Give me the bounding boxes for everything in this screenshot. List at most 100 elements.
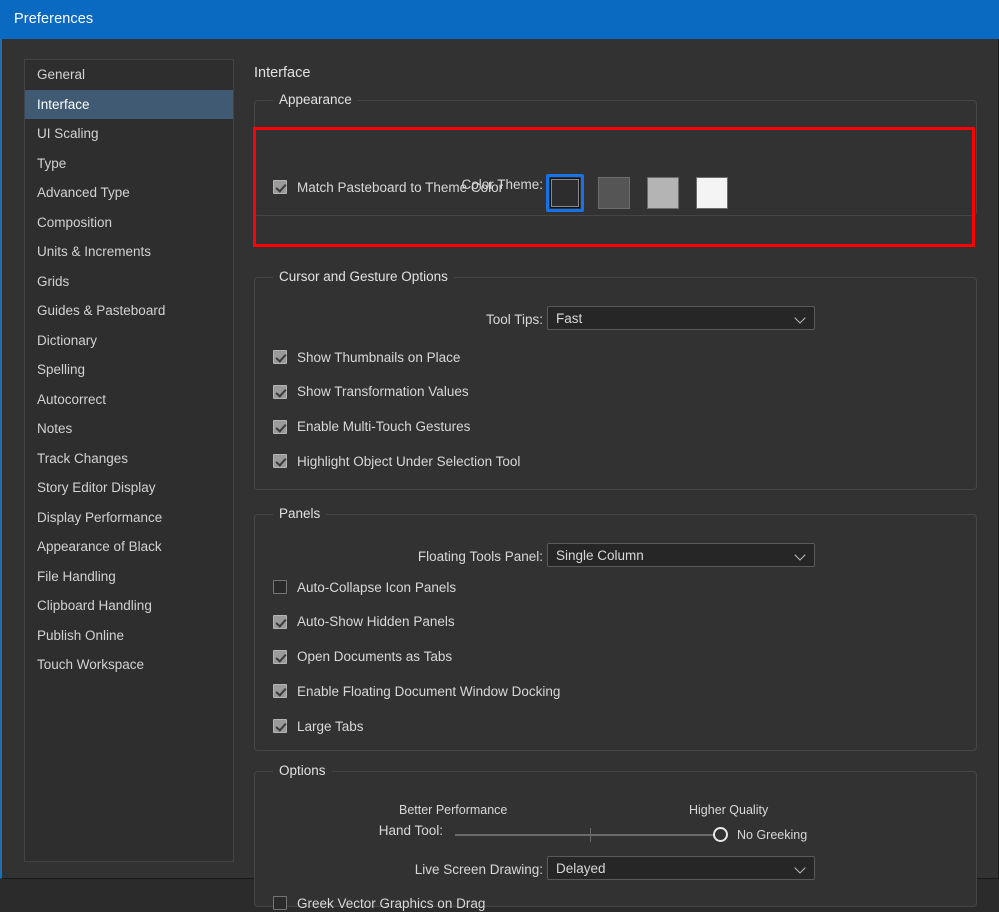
sidebar-item-label: File Handling [37, 569, 116, 584]
sidebar-item-file-handling[interactable]: File Handling [25, 562, 233, 592]
sidebar-item-advanced-type[interactable]: Advanced Type [25, 178, 233, 208]
tool-tips-dropdown[interactable]: Fast [547, 306, 815, 330]
sidebar-item-label: Type [37, 156, 66, 171]
tool-tips-label: Tool Tips: [365, 312, 543, 327]
floating-tools-dropdown[interactable]: Single Column [547, 543, 815, 567]
window-title: Preferences [14, 11, 93, 27]
checkbox-label: Show Transformation Values [297, 384, 469, 399]
checkbox-row-open-documents-as-tabs[interactable]: Open Documents as Tabs [273, 648, 452, 666]
checkbox-row-show-thumbnails-on-place[interactable]: Show Thumbnails on Place [273, 348, 460, 366]
higher-quality-label: Higher Quality [689, 803, 768, 817]
chevron-down-icon [796, 314, 805, 323]
greek-vector-checkbox[interactable] [273, 896, 287, 910]
checkbox-row-auto-collapse-icon-panels[interactable]: Auto-Collapse Icon Panels [273, 578, 456, 596]
greek-vector-label: Greek Vector Graphics on Drag [297, 896, 485, 911]
sidebar-item-label: Story Editor Display [37, 480, 156, 495]
hand-tool-slider[interactable] [455, 825, 729, 845]
options-group: Options Better Performance Higher Qualit… [254, 771, 977, 907]
sidebar-item-track-changes[interactable]: Track Changes [25, 444, 233, 474]
sidebar-item-label: Grids [37, 274, 69, 289]
sidebar-item-spelling[interactable]: Spelling [25, 355, 233, 385]
sidebar-item-clipboard-handling[interactable]: Clipboard Handling [25, 591, 233, 621]
content-pane: Interface Appearance Color Theme: Match … [252, 59, 979, 869]
swatch-fill [551, 179, 579, 207]
checkbox[interactable] [273, 454, 287, 468]
checkbox-label: Highlight Object Under Selection Tool [297, 454, 520, 469]
options-group-title: Options [273, 763, 332, 778]
sidebar-item-ui-scaling[interactable]: UI Scaling [25, 119, 233, 149]
sidebar-item-label: Interface [37, 97, 90, 112]
sidebar-item-publish-online[interactable]: Publish Online [25, 621, 233, 651]
sidebar-item-guides-pasteboard[interactable]: Guides & Pasteboard [25, 296, 233, 326]
checkbox-label: Auto-Show Hidden Panels [297, 614, 455, 629]
light-theme-swatch[interactable] [693, 174, 731, 212]
appearance-group-title: Appearance [273, 92, 358, 107]
appearance-group: Appearance Color Theme: Match Pasteboard… [254, 100, 977, 216]
checkbox-row-enable-floating-document-window-docking[interactable]: Enable Floating Document Window Docking [273, 682, 560, 700]
checkbox-row-large-tabs[interactable]: Large Tabs [273, 717, 364, 735]
medium-dark-theme-swatch[interactable] [595, 174, 633, 212]
panels-group: Panels Floating Tools Panel: Single Colu… [254, 514, 977, 751]
sidebar-item-interface[interactable]: Interface [25, 90, 233, 120]
live-screen-drawing-dropdown[interactable]: Delayed [547, 856, 815, 880]
checkbox[interactable] [273, 615, 287, 629]
sidebar-item-story-editor-display[interactable]: Story Editor Display [25, 473, 233, 503]
floating-tools-value: Single Column [556, 548, 644, 563]
preferences-category-list[interactable]: General Interface UI Scaling Type Advanced T… [24, 59, 234, 862]
match-pasteboard-checkbox[interactable] [273, 180, 287, 194]
checkbox[interactable] [273, 385, 287, 399]
cursor-gesture-group: Cursor and Gesture Options Tool Tips: Fa… [254, 277, 977, 490]
sidebar-item-label: Notes [37, 421, 72, 436]
checkbox-row-highlight-object-under-selection-tool[interactable]: Highlight Object Under Selection Tool [273, 452, 520, 470]
checkbox[interactable] [273, 684, 287, 698]
live-screen-drawing-value: Delayed [556, 861, 606, 876]
sidebar-item-notes[interactable]: Notes [25, 414, 233, 444]
panels-group-title: Panels [273, 506, 326, 521]
sidebar-item-composition[interactable]: Composition [25, 208, 233, 238]
sidebar-item-label: Advanced Type [37, 185, 130, 200]
cursor-gesture-group-title: Cursor and Gesture Options [273, 269, 454, 284]
sidebar-item-units-increments[interactable]: Units & Increments [25, 237, 233, 267]
sidebar-item-type[interactable]: Type [25, 149, 233, 179]
sidebar-item-label: Dictionary [37, 333, 97, 348]
sidebar-item-label: Autocorrect [37, 392, 106, 407]
hand-tool-value-label: No Greeking [737, 828, 807, 842]
checkbox-label: Large Tabs [297, 719, 364, 734]
checkbox[interactable] [273, 350, 287, 364]
sidebar-item-autocorrect[interactable]: Autocorrect [25, 385, 233, 415]
checkbox-row-enable-multi-touch-gestures[interactable]: Enable Multi-Touch Gestures [273, 418, 470, 436]
sidebar-item-touch-workspace[interactable]: Touch Workspace [25, 650, 233, 680]
sidebar-item-grids[interactable]: Grids [25, 267, 233, 297]
sidebar-item-label: Units & Increments [37, 244, 151, 259]
slider-thumb[interactable] [713, 827, 728, 842]
floating-tools-label: Floating Tools Panel: [345, 549, 543, 564]
sidebar-item-label: Appearance of Black [37, 539, 162, 554]
checkbox-row-auto-show-hidden-panels[interactable]: Auto-Show Hidden Panels [273, 613, 455, 631]
title-bar: Preferences [0, 0, 999, 39]
checkbox[interactable] [273, 650, 287, 664]
better-performance-label: Better Performance [399, 803, 507, 817]
color-theme-swatches[interactable] [546, 174, 731, 212]
sidebar-item-label: Touch Workspace [37, 657, 144, 672]
slider-midpoint-tick [590, 828, 591, 842]
dark-theme-swatch[interactable] [546, 174, 584, 212]
checkbox[interactable] [273, 580, 287, 594]
checkbox-label: Open Documents as Tabs [297, 649, 452, 664]
checkbox[interactable] [273, 420, 287, 434]
sidebar-item-label: Composition [37, 215, 112, 230]
sidebar-item-general[interactable]: General [25, 60, 233, 90]
greek-vector-row[interactable]: Greek Vector Graphics on Drag [273, 894, 485, 912]
sidebar-item-label: General [37, 67, 85, 82]
sidebar-item-display-performance[interactable]: Display Performance [25, 503, 233, 533]
match-pasteboard-row[interactable]: Match Pasteboard to Theme Color [273, 178, 503, 196]
sidebar-item-dictionary[interactable]: Dictionary [25, 326, 233, 356]
page-title: Interface [254, 65, 310, 81]
checkbox-row-show-transformation-values[interactable]: Show Transformation Values [273, 383, 469, 401]
sidebar-item-label: Track Changes [37, 451, 128, 466]
checkbox[interactable] [273, 719, 287, 733]
light-gray-theme-swatch[interactable] [644, 174, 682, 212]
sidebar-item-label: Spelling [37, 362, 85, 377]
sidebar-item-label: Publish Online [37, 628, 124, 643]
sidebar-item-appearance-of-black[interactable]: Appearance of Black [25, 532, 233, 562]
sidebar-item-label: Guides & Pasteboard [37, 303, 165, 318]
